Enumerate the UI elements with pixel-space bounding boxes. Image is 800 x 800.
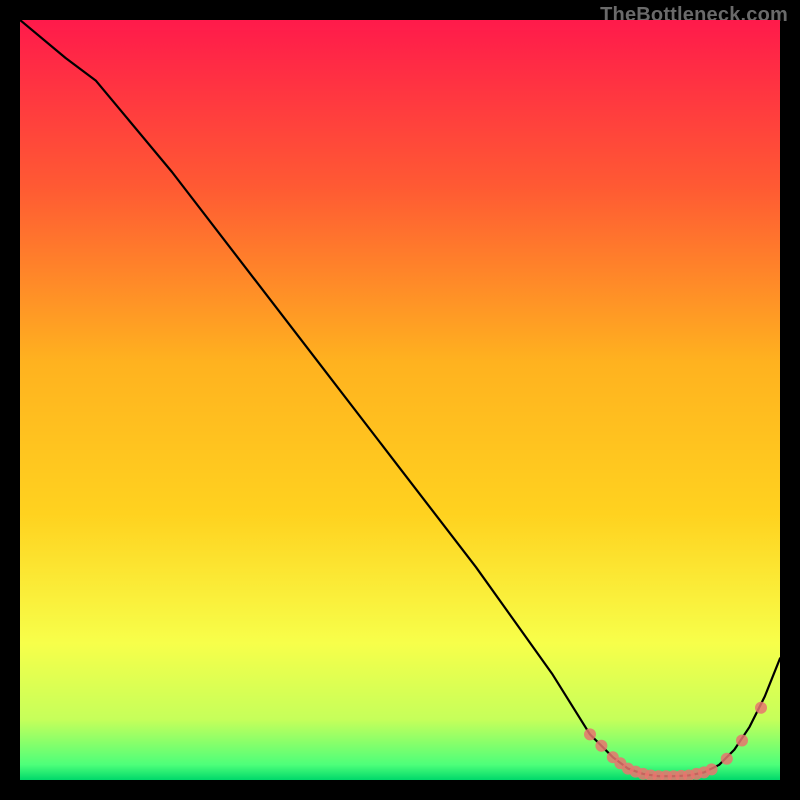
bottleneck-chart [20, 20, 780, 780]
highlight-dot [706, 763, 718, 775]
highlight-dot [736, 734, 748, 746]
highlight-dot [721, 753, 733, 765]
highlight-dot [595, 740, 607, 752]
gradient-background [20, 20, 780, 780]
highlight-dot [755, 702, 767, 714]
plot-area [20, 20, 780, 780]
chart-frame: TheBottleneck.com [0, 0, 800, 800]
highlight-dot [584, 728, 596, 740]
